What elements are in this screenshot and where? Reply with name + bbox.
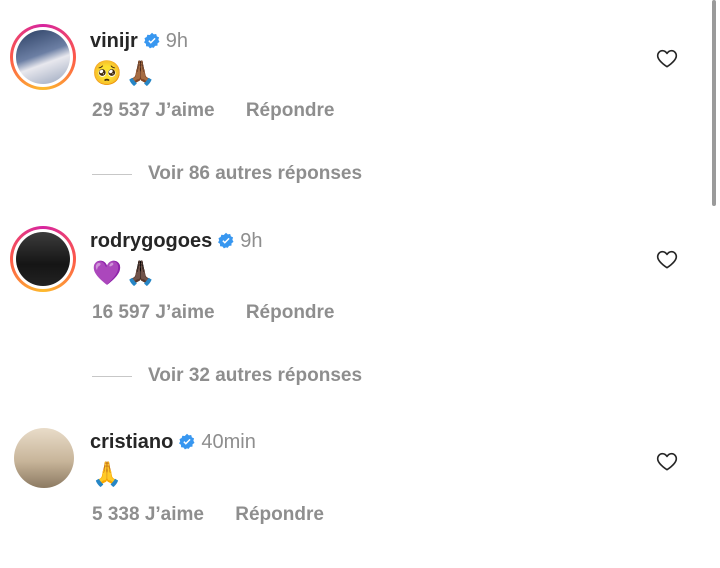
view-replies-button[interactable]: Voir 32 autres réponses bbox=[92, 365, 362, 387]
emoji: 💜 bbox=[92, 259, 122, 287]
comment-actions: 29 537 J’aime Répondre bbox=[92, 100, 335, 122]
reply-button[interactable]: Répondre bbox=[246, 302, 335, 323]
reply-button[interactable]: Répondre bbox=[235, 504, 324, 525]
emoji: 🙏🏿 bbox=[125, 259, 156, 287]
avatar-frame bbox=[13, 229, 73, 289]
emoji: 🥺 bbox=[92, 59, 122, 87]
comment-actions: 16 597 J’aime Répondre bbox=[92, 302, 335, 324]
comment-text: 🙏 bbox=[92, 459, 126, 489]
username[interactable]: cristiano bbox=[90, 431, 173, 454]
comment-text: 🥺 🙏🏾 bbox=[92, 58, 160, 88]
avatar-image bbox=[14, 428, 74, 488]
avatar-image bbox=[16, 232, 70, 286]
verified-badge-icon bbox=[179, 433, 195, 450]
avatar[interactable] bbox=[10, 24, 76, 90]
emoji: 🙏🏾 bbox=[125, 59, 156, 87]
view-replies-button[interactable]: Voir 86 autres réponses bbox=[92, 163, 362, 185]
verified-badge-icon bbox=[143, 32, 160, 49]
comment-text: 💜 🙏🏿 bbox=[92, 258, 160, 288]
username[interactable]: vinijr bbox=[90, 30, 138, 53]
view-replies-label: Voir 32 autres réponses bbox=[148, 365, 363, 386]
scrollbar[interactable] bbox=[712, 0, 716, 206]
divider-line bbox=[92, 173, 132, 175]
heart-outline-icon[interactable] bbox=[656, 48, 678, 68]
avatar[interactable] bbox=[10, 226, 76, 292]
verified-badge-icon bbox=[218, 232, 234, 249]
timestamp: 40min bbox=[201, 430, 256, 453]
timestamp: 9h bbox=[240, 229, 263, 252]
emoji: 🙏 bbox=[92, 460, 122, 488]
comment-header: rodrygogoes 9h bbox=[90, 228, 263, 254]
divider-line bbox=[92, 375, 132, 377]
like-count[interactable]: 29 537 J’aime bbox=[92, 100, 215, 121]
avatar[interactable] bbox=[14, 428, 74, 488]
view-replies-label: Voir 86 autres réponses bbox=[148, 163, 363, 184]
avatar-image bbox=[16, 30, 70, 84]
timestamp: 9h bbox=[165, 29, 189, 52]
username[interactable]: rodrygogoes bbox=[90, 230, 212, 253]
avatar-frame bbox=[13, 27, 73, 87]
heart-outline-icon[interactable] bbox=[656, 249, 678, 269]
like-count[interactable]: 16 597 J’aime bbox=[92, 302, 215, 323]
reply-button[interactable]: Répondre bbox=[246, 100, 335, 121]
like-count[interactable]: 5 338 J’aime bbox=[92, 504, 204, 525]
comment-actions: 5 338 J’aime Répondre bbox=[92, 504, 324, 526]
comment-header: cristiano 40min bbox=[90, 429, 256, 455]
comment-header: vinijr 9h bbox=[90, 28, 188, 54]
heart-outline-icon[interactable] bbox=[656, 451, 678, 471]
